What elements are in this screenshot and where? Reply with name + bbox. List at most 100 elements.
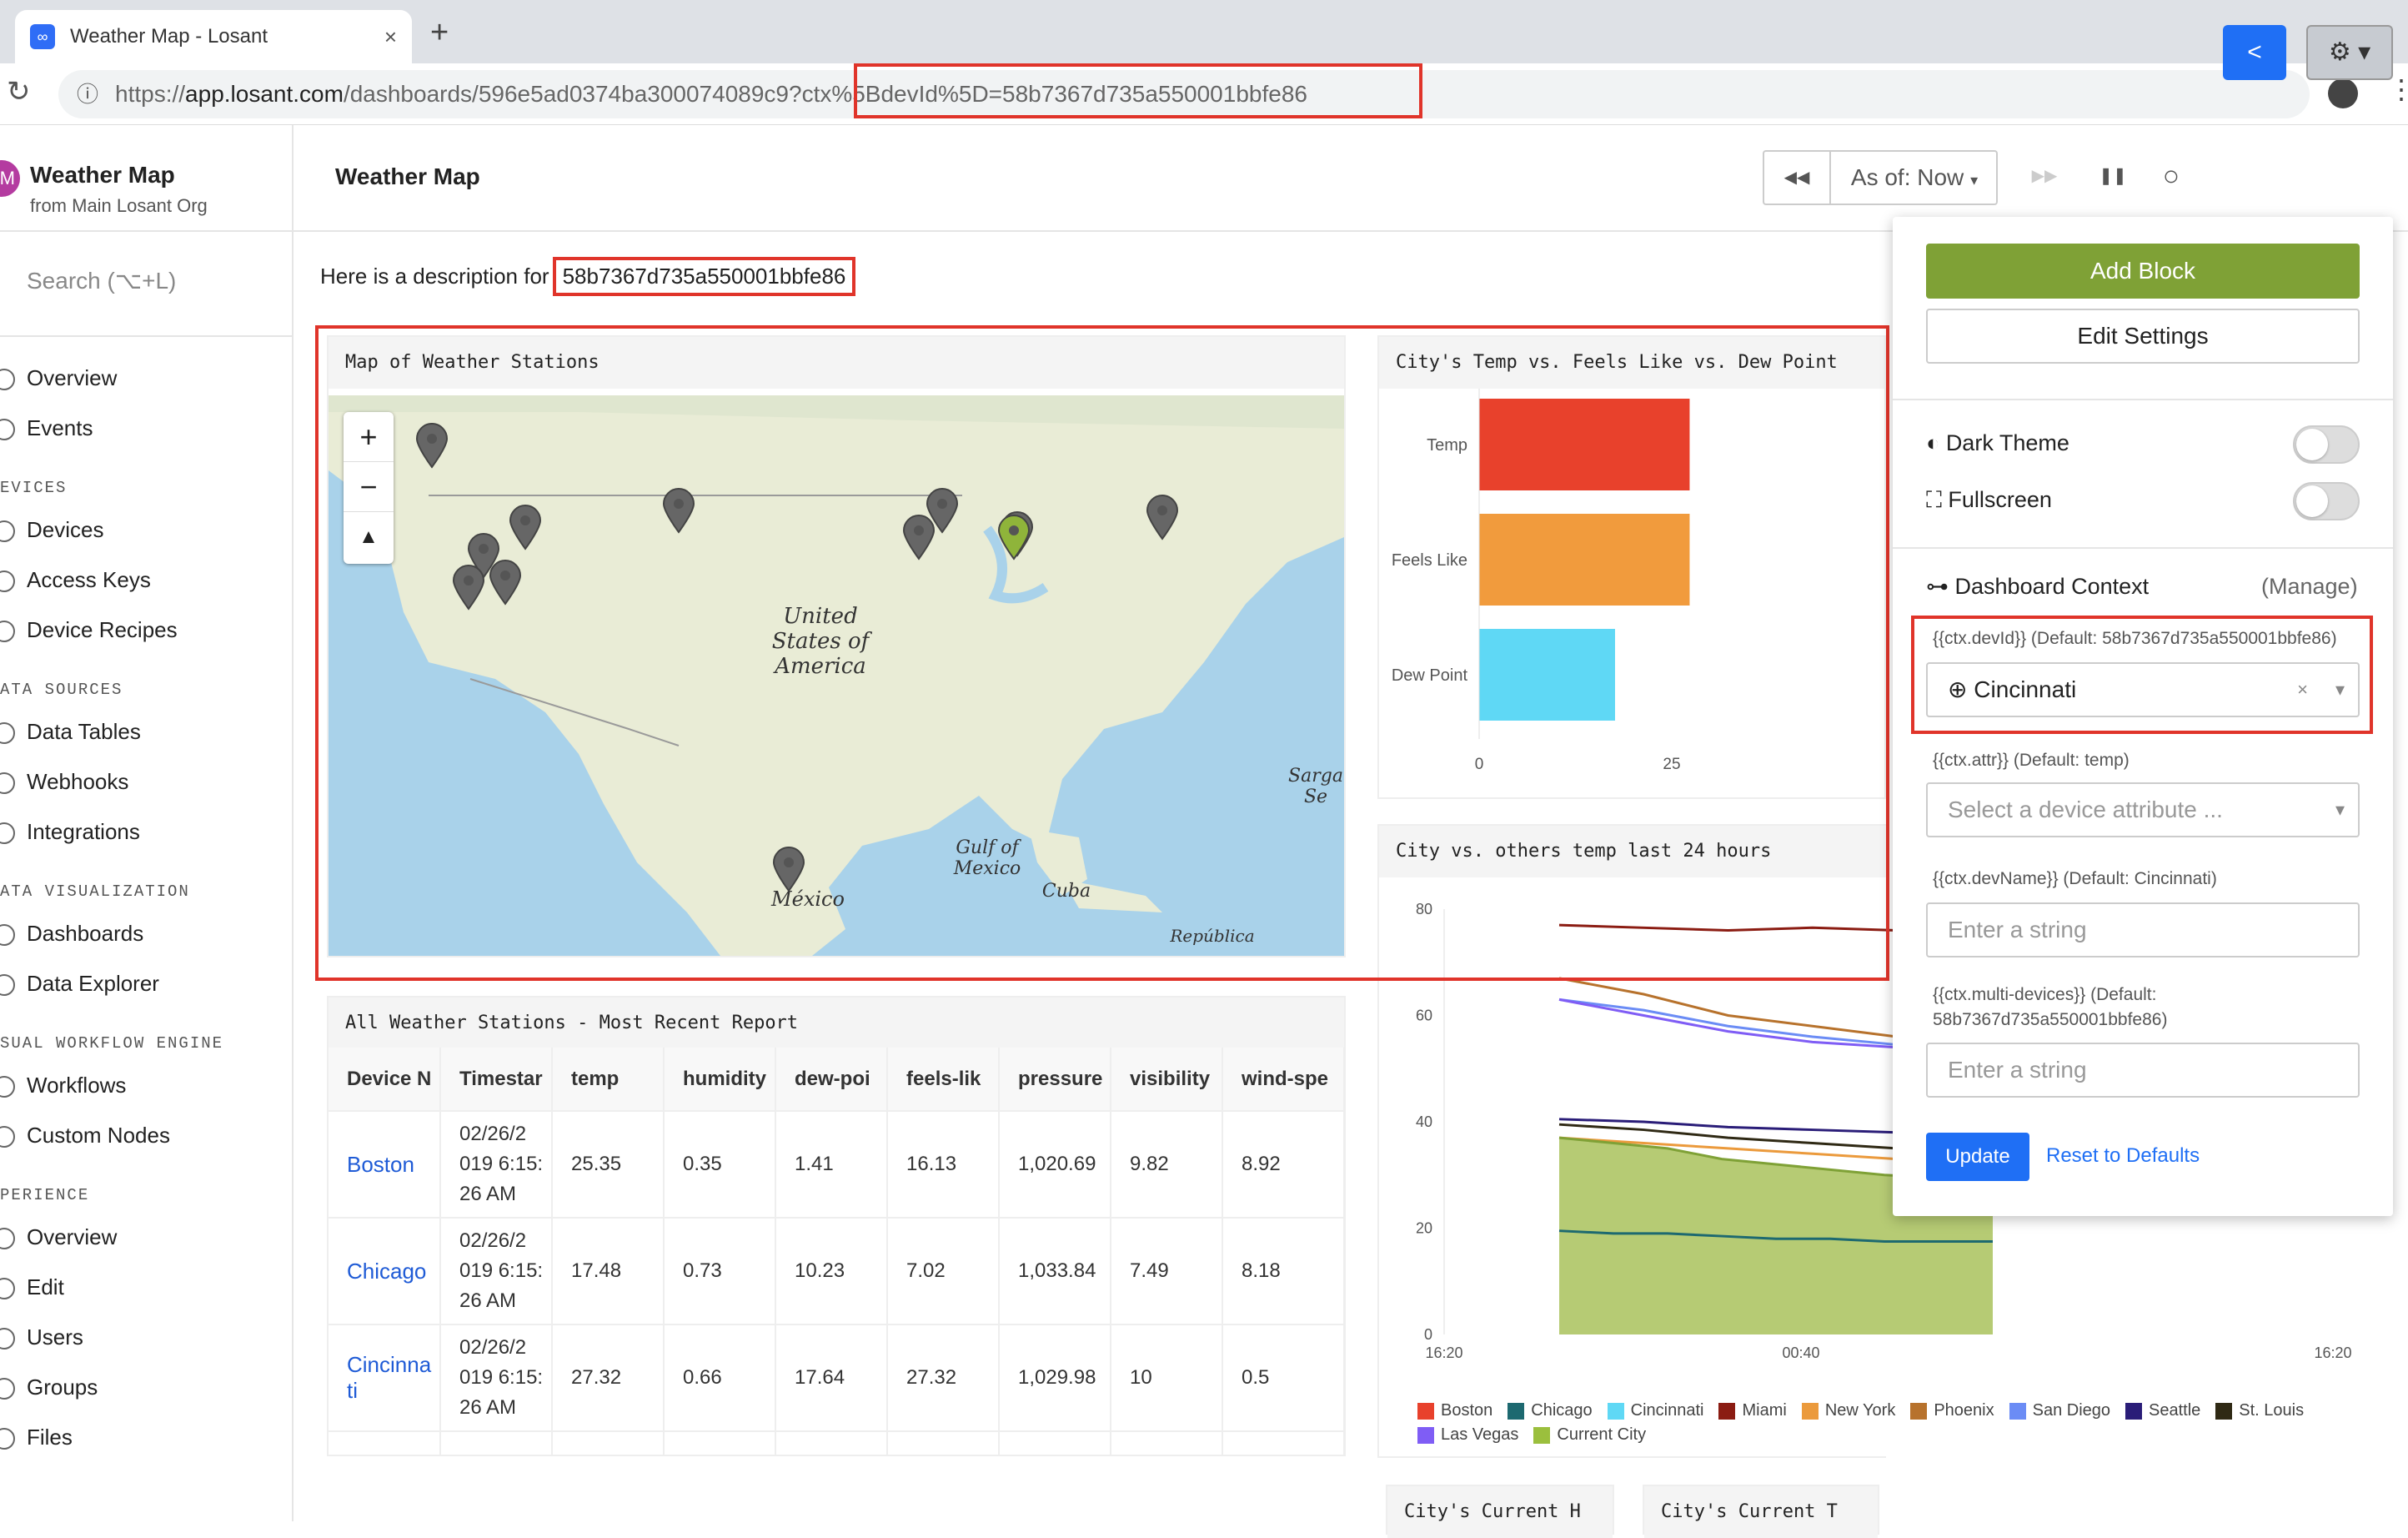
nav-item-icon — [0, 1428, 15, 1450]
add-block-button[interactable]: Add Block — [1926, 244, 2360, 299]
device-name-link[interactable]: Boston — [329, 1110, 441, 1218]
reset-defaults-link[interactable]: Reset to Defaults — [2046, 1144, 2200, 1168]
column-header[interactable]: feels-lik — [887, 1048, 1000, 1111]
settings-divider — [1893, 547, 2393, 549]
legend-item[interactable]: New York — [1801, 1401, 1896, 1420]
legend-item[interactable]: St. Louis — [2215, 1401, 2304, 1420]
legend-item[interactable]: Miami — [1718, 1401, 1787, 1420]
column-header[interactable]: humidity — [664, 1048, 776, 1111]
sidebar-item-edit[interactable]: Edit — [0, 1274, 64, 1300]
legend-item[interactable]: Boston — [1417, 1401, 1492, 1420]
column-header[interactable]: dew-poi — [775, 1048, 888, 1111]
ctx-attr-select[interactable]: Select a device attribute ... ▾ — [1926, 782, 2360, 837]
nav-item-icon — [0, 1126, 15, 1148]
column-header[interactable]: temp — [552, 1048, 665, 1111]
browser-tab[interactable]: ∞ Weather Map - Losant × — [15, 10, 412, 63]
table-header-row: Device N Timestar temp humidity dew-poi feels… — [329, 1048, 1344, 1111]
nav-item-icon — [0, 419, 15, 440]
legend-item[interactable]: San Diego — [2009, 1401, 2110, 1420]
sidebar-item-label: Overview — [27, 365, 118, 390]
table-cell — [1222, 1430, 1344, 1455]
legend-swatch — [1801, 1402, 1819, 1420]
sidebar-item-users[interactable]: Users — [0, 1324, 83, 1350]
column-header[interactable]: wind-spe — [1222, 1048, 1344, 1111]
sidebar-item-data-tables[interactable]: Data Tables — [0, 719, 141, 745]
legend-item[interactable]: Seattle — [2125, 1401, 2200, 1420]
table-row[interactable]: Chicago 02/26/2 019 6:15: 26 AM 17.48 0.73 1… — [329, 1217, 1344, 1324]
sidebar-item-dashboards[interactable]: Dashboards — [0, 921, 143, 947]
sidebar-item-access-keys[interactable]: Access Keys — [0, 567, 151, 593]
sidebar-item-webhooks[interactable]: Webhooks — [0, 769, 128, 795]
sidebar-item-label: Overview — [27, 1224, 118, 1249]
table-row[interactable]: Boston 02/26/2 019 6:15: 26 AM 25.35 0.35 1.… — [329, 1110, 1344, 1218]
settings-button[interactable]: ⚙ ▾ — [2306, 25, 2393, 80]
table-row[interactable]: 02/26/2 — [329, 1430, 1344, 1455]
url-prefix: https:// — [115, 81, 186, 107]
profile-icon[interactable] — [2328, 78, 2358, 108]
manage-link[interactable]: (Manage) — [2261, 574, 2358, 600]
legend-swatch — [1417, 1426, 1434, 1444]
tab-close-icon[interactable]: × — [384, 24, 397, 50]
weather-table: Device N Timestar temp humidity dew-poi feels… — [329, 1048, 1344, 1455]
site-info-icon[interactable]: ⓘ — [77, 70, 98, 118]
rewind-button[interactable]: ◀◀ — [1764, 152, 1831, 204]
column-header[interactable]: Timestar — [440, 1048, 553, 1111]
settings-divider — [1893, 399, 2393, 400]
legend-label: New York — [1824, 1401, 1896, 1420]
dark-theme-toggle[interactable] — [2293, 425, 2360, 464]
sidebar-item-device-recipes[interactable]: Device Recipes — [0, 617, 178, 643]
column-header[interactable]: visibility — [1111, 1048, 1223, 1111]
column-header[interactable]: Device N — [329, 1048, 441, 1111]
nav-item-icon — [0, 369, 15, 390]
reload-icon[interactable]: ↻ — [7, 75, 31, 108]
blocks-highlight-box — [315, 325, 1889, 981]
legend-item[interactable]: Chicago — [1508, 1401, 1593, 1420]
sidebar-item-devices[interactable]: Devices — [0, 517, 103, 543]
new-tab-button[interactable]: + — [430, 15, 449, 51]
line-y-tick: 0 — [1424, 1326, 1432, 1343]
pause-button[interactable]: ❚❚ — [2088, 150, 2138, 202]
sidebar-item-workflows[interactable]: Workflows — [0, 1073, 126, 1098]
table-cell: 0.73 — [664, 1217, 776, 1324]
line-chart-legend: Boston Chicago Cincinnati Miami New York Phoe… — [1417, 1401, 2401, 1450]
column-header[interactable]: pressure — [999, 1048, 1111, 1111]
chevron-down-icon: ▾ — [1970, 172, 1979, 188]
refresh-icon[interactable]: ○ — [2146, 150, 2196, 202]
fullscreen-label: Fullscreen — [1948, 487, 2052, 512]
sidebar-item-custom-nodes[interactable]: Custom Nodes — [0, 1123, 170, 1148]
legend-label: Current City — [1557, 1425, 1647, 1444]
legend-item[interactable]: Phoenix — [1910, 1401, 1994, 1420]
sidebar-item-events[interactable]: Events — [0, 415, 93, 441]
forward-button[interactable]: ▶▶ — [2019, 150, 2069, 202]
edit-settings-button[interactable]: Edit Settings — [1926, 309, 2360, 364]
sidebar-item-data-explorer[interactable]: Data Explorer — [0, 971, 159, 997]
app-title[interactable]: Weather Map — [30, 162, 175, 188]
description-text: Here is a description for — [320, 264, 549, 289]
legend-item[interactable]: Current City — [1533, 1425, 1646, 1445]
device-name-link[interactable]: Chicago — [329, 1217, 441, 1324]
ctx-devname-input[interactable]: Enter a string — [1926, 902, 2360, 957]
device-name-link[interactable] — [329, 1430, 441, 1455]
legend-item[interactable]: Las Vegas — [1417, 1425, 1518, 1445]
tab-title: Weather Map - Losant — [70, 25, 268, 48]
device-name-link[interactable]: Cincinna ti — [329, 1324, 441, 1431]
sidebar-item-integrations[interactable]: Integrations — [0, 819, 140, 845]
sidebar-item-files[interactable]: Files — [0, 1425, 73, 1450]
losant-favicon-icon: ∞ — [30, 24, 55, 49]
fullscreen-toggle[interactable] — [2293, 482, 2360, 520]
sidebar-item-overview[interactable]: Overview — [0, 1224, 118, 1250]
as-of-dropdown[interactable]: As of: Now ▾ — [1831, 152, 1998, 204]
sidebar-item-groups[interactable]: Groups — [0, 1375, 98, 1400]
update-button[interactable]: Update — [1926, 1133, 2029, 1181]
table-row[interactable]: Cincinna ti 02/26/2 019 6:15: 26 AM 27.32 0… — [329, 1324, 1344, 1431]
sidebar-item-overview[interactable]: Overview — [0, 365, 118, 391]
share-button[interactable]: < — [2223, 25, 2286, 80]
ctx-multi-input[interactable]: Enter a string — [1926, 1043, 2360, 1098]
legend-item[interactable]: Cincinnati — [1607, 1401, 1703, 1420]
as-of-label: As of: Now — [1850, 164, 1964, 190]
search-input[interactable]: Search (⌥+L) — [27, 267, 176, 294]
nav-item-icon — [0, 772, 15, 794]
url-host: app.losant.com — [185, 81, 344, 107]
nav-item-icon — [0, 1228, 15, 1249]
legend-swatch — [1607, 1402, 1624, 1420]
